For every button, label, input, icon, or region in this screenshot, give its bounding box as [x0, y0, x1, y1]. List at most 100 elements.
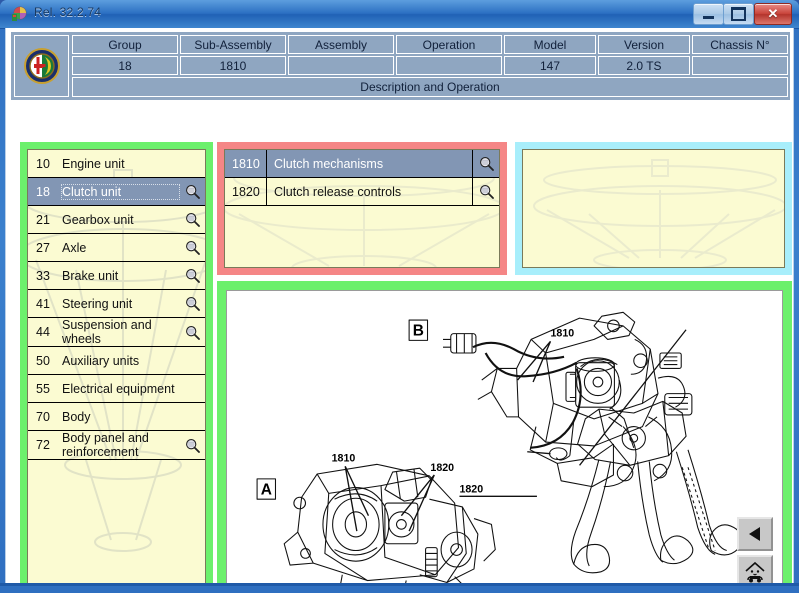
sidebar-item-label: Electrical equipment [62, 381, 175, 396]
sidebar-item-code: 50 [36, 353, 50, 368]
application-window: Rel. 32.2.74 ✕ Group Sub-Assembly Assemb… [0, 0, 799, 593]
context-header: Group Sub-Assembly Assembly Operation Mo… [10, 31, 791, 101]
magnifier-icon[interactable] [185, 438, 200, 453]
sub-assembly-item-label: Clutch release controls [274, 184, 402, 199]
app-icon [12, 6, 28, 22]
sidebar-item-code: 27 [36, 240, 50, 255]
sidebar-item-27[interactable]: 27 Axle [28, 234, 205, 262]
sidebar-item-code: 41 [36, 296, 50, 311]
watermark-icon [533, 159, 784, 267]
group-list-panel: 10 Engine unit 18 Clutch unit 21 Gearbox unit… [20, 142, 213, 586]
sidebar-item-label: Steering unit [62, 296, 133, 311]
diagram-ref-1820-b: 1820 [459, 483, 483, 495]
sub-assembly-item-1810[interactable]: 1810 Clutch mechanisms [225, 150, 499, 178]
magnifier-icon[interactable] [479, 184, 494, 199]
sidebar-item-72[interactable]: 72 Body panel and reinforcement [28, 431, 205, 460]
header-label-model: Model [504, 35, 596, 54]
magnifier-icon[interactable] [185, 212, 200, 227]
minimize-icon [703, 15, 714, 19]
sidebar-item-70[interactable]: 70 Body [28, 403, 205, 431]
sidebar-item-33[interactable]: 33 Brake unit [28, 262, 205, 290]
sub-assembly-item-magnifier[interactable] [472, 178, 499, 205]
diagram-ref-1810-bottom: 1810 [332, 452, 356, 464]
magnifier-icon[interactable] [185, 184, 200, 199]
sidebar-item-magnifier[interactable] [179, 296, 205, 311]
header-value-group[interactable]: 18 [72, 56, 178, 75]
assembly-inner[interactable] [522, 149, 785, 268]
magnifier-icon[interactable] [185, 240, 200, 255]
close-button[interactable]: ✕ [754, 3, 792, 25]
sub-assembly-list[interactable]: 1810 Clutch mechanisms 1820 Clutch release … [225, 150, 499, 206]
sidebar-item-21[interactable]: 21 Gearbox unit [28, 206, 205, 234]
sub-assembly-item-label: Clutch mechanisms [274, 156, 384, 171]
sub-assembly-item-1820[interactable]: 1820 Clutch release controls [225, 178, 499, 206]
sidebar-item-code: 70 [36, 409, 50, 424]
sidebar-item-label: Body [62, 409, 91, 424]
sidebar-item-magnifier[interactable] [179, 184, 205, 199]
sidebar-item-magnifier[interactable] [179, 325, 205, 340]
close-icon: ✕ [767, 6, 779, 21]
sidebar-item-magnifier[interactable] [179, 240, 205, 255]
assembly-panel [515, 142, 792, 275]
sidebar-item-label: Clutch unit [61, 183, 180, 200]
sidebar-item-label: Gearbox unit [62, 212, 134, 227]
sidebar-item-magnifier[interactable] [179, 268, 205, 283]
window-title: Rel. 32.2.74 [34, 5, 102, 19]
header-value-subassembly[interactable]: 1810 [180, 56, 286, 75]
window-bottom-border [0, 583, 799, 586]
group-list[interactable]: 10 Engine unit 18 Clutch unit 21 Gearbox unit… [28, 150, 205, 460]
header-value-chassis[interactable] [692, 56, 788, 75]
sidebar-item-18[interactable]: 18 Clutch unit [28, 178, 205, 206]
home-button[interactable] [737, 555, 773, 586]
sidebar-item-41[interactable]: 41 Steering unit [28, 290, 205, 318]
alfa-romeo-logo-icon [23, 48, 60, 84]
sidebar-item-label: Suspension and wheels [62, 318, 152, 346]
description-bar: Description and Operation [72, 77, 788, 97]
brand-logo-cell [14, 35, 69, 97]
sidebar-item-code: 55 [36, 381, 50, 396]
header-label-assembly: Assembly [288, 35, 394, 54]
sidebar-item-label: Brake unit [62, 268, 119, 283]
maximize-button[interactable] [723, 3, 754, 25]
sidebar-item-code: 10 [36, 156, 50, 171]
header-label-version: Version [598, 35, 690, 54]
sub-assembly-inner: 1810 Clutch mechanisms 1820 Clutch release … [224, 149, 500, 268]
sidebar-item-code: 21 [36, 212, 50, 227]
diagram-label-b: B [413, 323, 424, 340]
group-list-inner: 10 Engine unit 18 Clutch unit 21 Gearbox unit… [27, 149, 206, 586]
back-button[interactable] [737, 517, 773, 551]
sidebar-item-label: Body panel and reinforcement [62, 431, 149, 459]
minimize-button[interactable] [693, 3, 724, 25]
technical-diagram: B 1810 A 1810 1820 1820 [256, 311, 744, 586]
sidebar-item-code: 33 [36, 268, 50, 283]
sub-assembly-item-magnifier[interactable] [472, 150, 499, 177]
magnifier-icon[interactable] [185, 325, 200, 340]
header-value-assembly[interactable] [288, 56, 394, 75]
client-area: Group Sub-Assembly Assembly Operation Mo… [5, 28, 794, 586]
maximize-icon [731, 7, 746, 21]
sidebar-item-10[interactable]: 10 Engine unit [28, 150, 205, 178]
header-label-group: Group [72, 35, 178, 54]
sidebar-item-44[interactable]: 44 Suspension and wheels [28, 318, 205, 347]
sidebar-item-magnifier[interactable] [179, 212, 205, 227]
magnifier-icon[interactable] [479, 156, 494, 171]
diagram-ref-1810-top: 1810 [550, 328, 574, 340]
sub-assembly-item-code: 1820 [225, 178, 267, 205]
sidebar-item-55[interactable]: 55 Electrical equipment [28, 375, 205, 403]
header-value-operation[interactable] [396, 56, 502, 75]
header-value-version[interactable]: 2.0 TS [598, 56, 690, 75]
diagram-viewport[interactable]: B 1810 A 1810 1820 1820 [226, 290, 783, 586]
title-bar: Rel. 32.2.74 ✕ [0, 0, 799, 29]
magnifier-icon[interactable] [185, 268, 200, 283]
header-value-model[interactable]: 147 [504, 56, 596, 75]
sidebar-item-code: 18 [36, 184, 50, 199]
sub-assembly-item-code: 1810 [225, 150, 267, 177]
diagram-panel: B 1810 A 1810 1820 1820 [217, 281, 792, 586]
magnifier-icon[interactable] [185, 296, 200, 311]
sidebar-item-50[interactable]: 50 Auxiliary units [28, 347, 205, 375]
header-label-subassembly: Sub-Assembly [180, 35, 286, 54]
sidebar-item-label: Axle [62, 240, 87, 255]
sidebar-item-magnifier[interactable] [179, 438, 205, 453]
diagram-ref-1820-a: 1820 [430, 462, 454, 474]
sidebar-item-code: 72 [36, 438, 50, 452]
